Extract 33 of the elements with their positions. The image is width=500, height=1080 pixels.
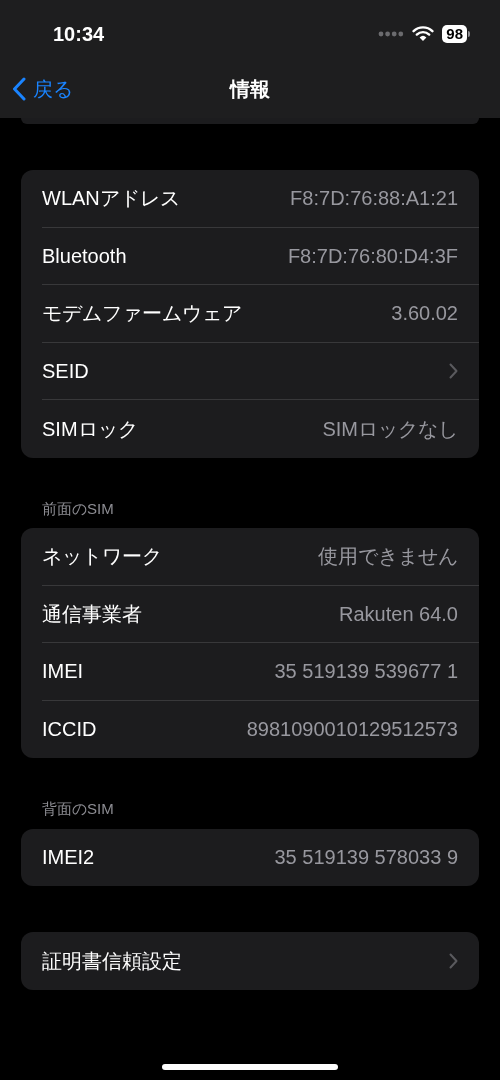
battery-level: 98 [442, 25, 467, 43]
row-value: 8981090010129512573 [246, 717, 458, 743]
row-value: F8:7D:76:88:A1:21 [290, 186, 458, 212]
section-header: 前面のSIM [41, 498, 115, 519]
row-value: 使用できません [318, 544, 458, 570]
chevron-icon [449, 952, 458, 969]
row-value: 35 519139 578033 9 [274, 845, 458, 871]
row-label: ネットワーク [42, 544, 162, 570]
row-label: モデムファームウェア [42, 301, 242, 327]
row-label: SIMロック [42, 416, 138, 442]
row-label: 通信事業者 [42, 601, 142, 627]
row-value: Rakuten 64.0 [339, 601, 458, 627]
row-value: SIMロックなし [322, 416, 458, 442]
nav-title: 情報 [230, 77, 270, 102]
row-value: 3.60.02 [391, 301, 458, 327]
wifi-icon [412, 26, 435, 42]
section-header: 背面のSIM [41, 799, 115, 819]
row-label: ICCID [42, 717, 97, 743]
row-label: Bluetooth [42, 243, 127, 269]
row-label: SEID [42, 358, 89, 384]
status-time: 10:34 [53, 22, 105, 47]
row-label: 証明書信頼設定 [42, 948, 182, 974]
row-label: WLANアドレス [42, 186, 180, 212]
row-value: 35 519139 539677 1 [274, 659, 458, 685]
no-signal-icon [378, 31, 405, 37]
back-chevron-icon [12, 77, 26, 101]
back-button[interactable]: 戻る [0, 74, 73, 104]
row-value: F8:7D:76:80:D4:3F [287, 243, 458, 269]
settings-row[interactable]: SEID [21, 342, 479, 400]
row-label: IMEI [42, 659, 84, 685]
chevron-icon [449, 362, 458, 379]
settings-row[interactable]: 証明書信頼設定 [21, 932, 479, 990]
row-label: IMEI2 [42, 845, 95, 871]
